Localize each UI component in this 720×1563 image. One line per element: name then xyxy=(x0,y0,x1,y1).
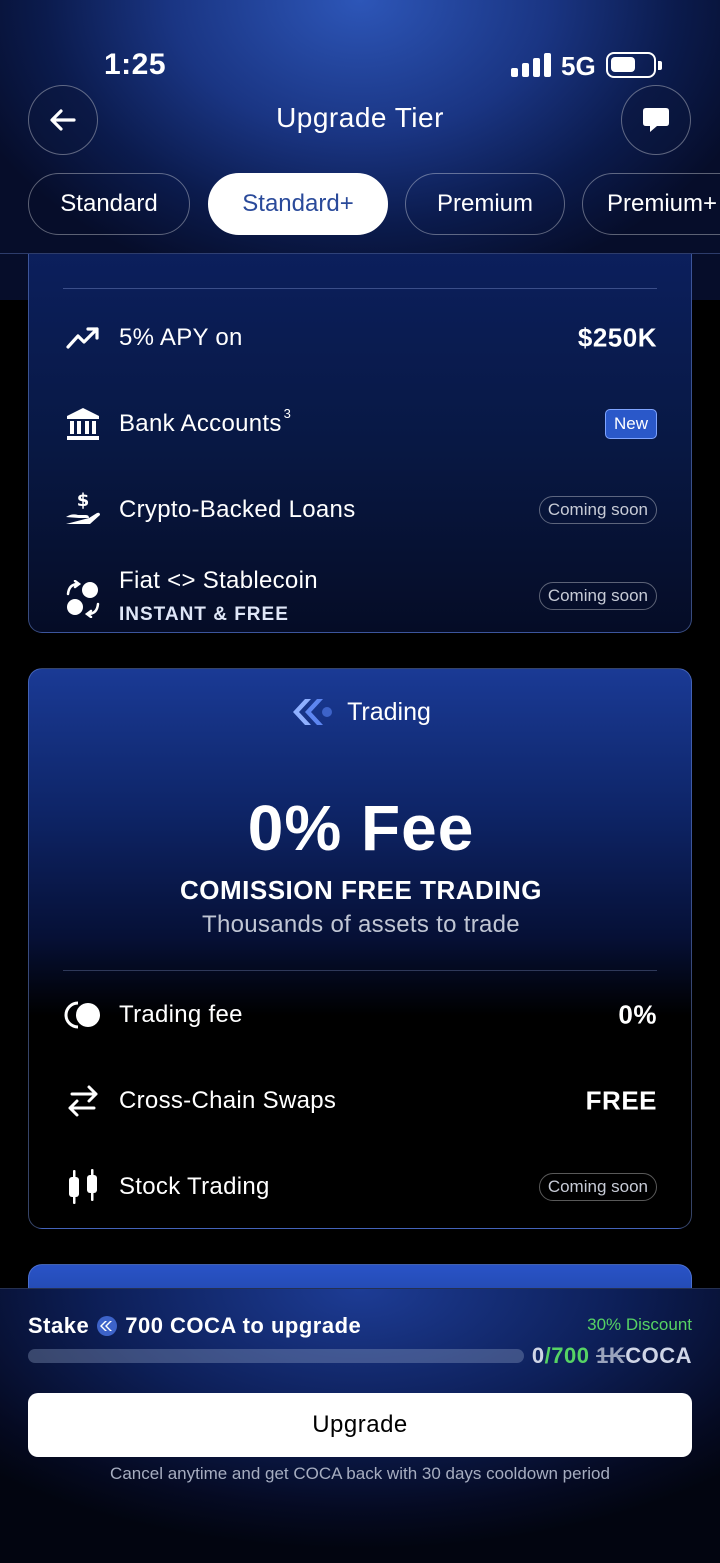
list-item: 5% APY on $250K xyxy=(63,308,657,368)
row-label: Crypto-Backed Loans xyxy=(119,496,356,523)
trending-up-icon xyxy=(63,318,103,358)
list-item: Cross-Chain Swaps FREE xyxy=(63,1071,657,1131)
tier-tabs: Standard Standard+ Premium Premium+ xyxy=(0,173,720,235)
tab-standard[interactable]: Standard xyxy=(28,173,190,235)
banking-card: 5% APY on $250K Bank Accounts 3 New $ Cry… xyxy=(28,254,692,633)
chat-bubble-icon xyxy=(643,108,669,132)
stake-progress-bar xyxy=(28,1349,524,1363)
divider xyxy=(63,288,657,289)
coming-soon-badge: Coming soon xyxy=(538,1173,657,1201)
status-bar: 1:25 5G xyxy=(0,0,720,81)
tab-premium-plus[interactable]: Premium+ xyxy=(582,173,720,235)
bank-icon xyxy=(63,404,103,444)
trading-card: Trading 0% Fee COMISSION FREE TRADING Th… xyxy=(28,668,692,1229)
footnote-marker: 3 xyxy=(283,406,292,421)
fee-description: Thousands of assets to trade xyxy=(202,911,520,938)
page-title: Upgrade Tier xyxy=(276,102,444,133)
row-label: Stock Trading xyxy=(119,1173,270,1200)
row-label: Fiat <> Stablecoin xyxy=(119,567,318,594)
divider xyxy=(63,970,657,971)
fee-icon xyxy=(63,995,103,1035)
svg-text:$: $ xyxy=(77,491,90,511)
scroll-content[interactable]: 5% APY on $250K Bank Accounts 3 New $ Cry… xyxy=(0,254,720,1288)
coca-token-icon xyxy=(97,1316,118,1336)
coming-soon-badge: Coming soon xyxy=(538,582,657,610)
trading-title: Trading xyxy=(347,697,431,726)
list-item: $ Crypto-Backed Loans Coming soon xyxy=(63,480,657,540)
fee-headline: 0% Fee xyxy=(247,792,475,864)
row-label: 5% APY on xyxy=(119,324,243,351)
row-label: Cross-Chain Swaps xyxy=(119,1087,337,1114)
exchange-icon xyxy=(63,579,103,619)
fee-subheadline: COMISSION FREE TRADING xyxy=(179,875,542,905)
row-sublabel: INSTANT & FREE xyxy=(119,604,289,625)
tab-standard-plus[interactable]: Standard+ xyxy=(208,173,388,235)
list-item: Stock Trading Coming soon xyxy=(63,1157,657,1217)
candlestick-icon xyxy=(63,1167,103,1207)
upgrade-button[interactable]: Upgrade xyxy=(28,1393,692,1457)
tab-premium[interactable]: Premium xyxy=(405,173,565,235)
coming-soon-badge: Coming soon xyxy=(538,496,657,524)
row-label: Trading fee xyxy=(119,1001,243,1028)
row-value: 0% xyxy=(618,999,657,1030)
discount-label: 30% Discount xyxy=(587,1315,692,1334)
list-item: Bank Accounts 3 New xyxy=(63,394,657,454)
stake-panel: Stake 700 COCA to upgrade 30% Discount 0… xyxy=(0,1288,720,1563)
row-label: Bank Accounts 3 xyxy=(119,406,292,437)
swap-icon xyxy=(63,1081,103,1121)
network-type: 5G xyxy=(561,51,596,81)
hand-dollar-icon: $ xyxy=(63,490,103,530)
stake-text: Stake 700 COCA to upgrade xyxy=(28,1313,362,1338)
old-price: 1K xyxy=(596,1343,626,1368)
next-card xyxy=(28,1264,692,1288)
new-badge: New xyxy=(604,409,657,439)
stake-progress-text: 0/700 1KCOCA xyxy=(531,1343,692,1368)
signal-icon xyxy=(511,53,551,77)
coca-logo-icon xyxy=(293,699,333,725)
trading-header: Trading xyxy=(29,697,691,727)
battery-icon xyxy=(606,52,662,78)
status-time: 1:25 xyxy=(104,48,167,81)
chat-button[interactable] xyxy=(621,85,691,155)
list-item: Trading fee 0% xyxy=(63,985,657,1045)
list-item: Fiat <> Stablecoin INSTANT & FREE Coming… xyxy=(63,561,657,631)
row-value: FREE xyxy=(585,1085,657,1116)
cooldown-note: Cancel anytime and get COCA back with 30… xyxy=(110,1464,610,1483)
row-value: $250K xyxy=(577,322,657,353)
